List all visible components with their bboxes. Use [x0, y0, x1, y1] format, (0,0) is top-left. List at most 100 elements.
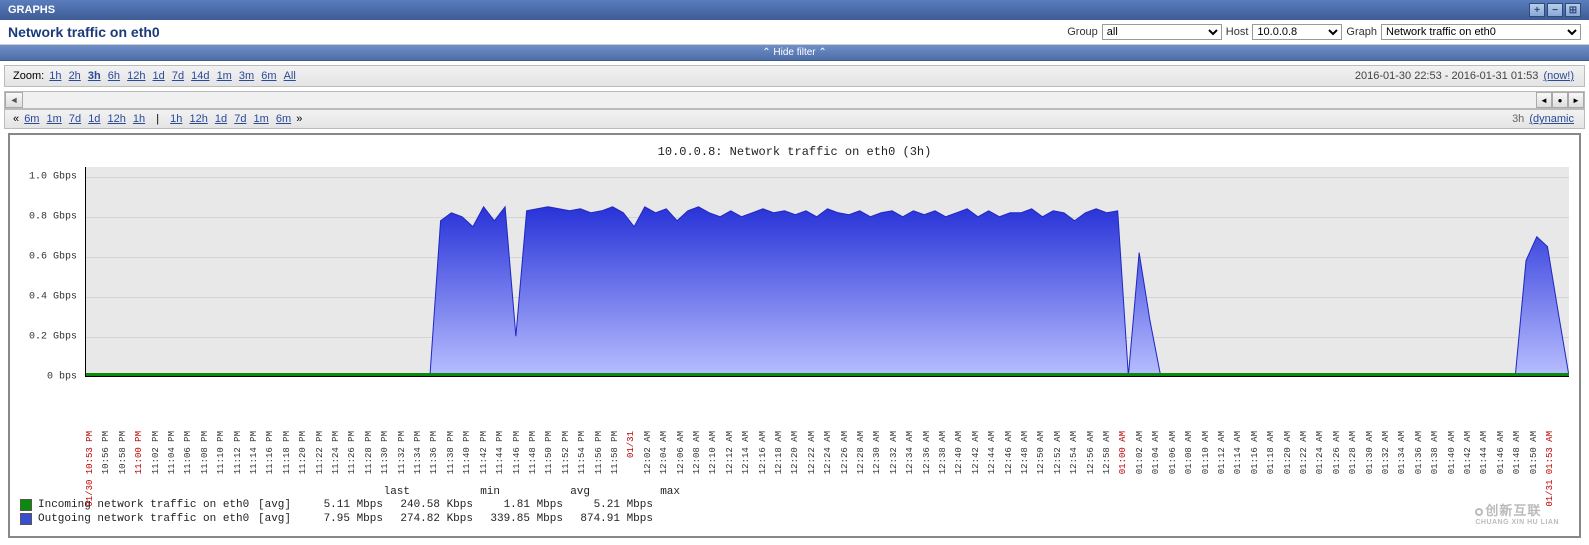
nav-12h[interactable]: 12h [189, 113, 207, 125]
x-tick: 11:02 PM [151, 431, 161, 474]
zoom-3m[interactable]: 3m [239, 70, 254, 82]
x-tick: 11:12 PM [233, 431, 243, 474]
x-tick: 12:04 AM [659, 431, 669, 474]
zoom-6m[interactable]: 6m [261, 70, 276, 82]
nav-6m[interactable]: 6m [276, 113, 291, 125]
grid-icon[interactable]: ⊞ [1565, 3, 1581, 17]
dot-icon[interactable]: ● [1552, 92, 1568, 108]
x-tick: 11:58 PM [610, 431, 620, 474]
filter-controls: Group all Host 10.0.0.8 Graph Network tr… [1067, 24, 1581, 40]
zoom-14d[interactable]: 14d [191, 70, 209, 82]
x-tick: 01:46 AM [1496, 431, 1506, 474]
x-tick: 01:14 AM [1233, 431, 1243, 474]
nav-1m[interactable]: 1m [254, 113, 269, 125]
x-tick: 11:48 PM [528, 431, 538, 474]
x-tick: 11:10 PM [216, 431, 226, 474]
zoom-label: Zoom: [13, 70, 44, 82]
nav-1d[interactable]: 1d [88, 113, 100, 125]
x-tick: 01:44 AM [1479, 431, 1489, 474]
zoom-All[interactable]: All [284, 70, 296, 82]
x-tick: 12:36 AM [922, 431, 932, 474]
x-tick: 01:34 AM [1397, 431, 1407, 474]
scroll-left-icon[interactable]: ◄ [5, 92, 23, 108]
group-label: Group [1067, 26, 1098, 38]
x-axis: 01/30 10:53 PM10:56 PM10:58 PM11:00 PM11… [85, 427, 1569, 482]
x-tick: 11:24 PM [331, 431, 341, 474]
nav-links: « 6m 1m 7d 1d 12h 1h | 1h 12h 1d 7d 1m 6… [13, 113, 302, 125]
plot-area[interactable] [85, 167, 1569, 377]
x-tick: 11:22 PM [315, 431, 325, 474]
legend: last min avg max Incoming network traffi… [20, 486, 1569, 526]
x-tick: 12:50 AM [1036, 431, 1046, 474]
zoom-in-icon[interactable]: ► [1568, 92, 1584, 108]
group-select[interactable]: all [1102, 24, 1222, 40]
x-tick: 12:40 AM [954, 431, 964, 474]
x-tick: 12:34 AM [905, 431, 915, 474]
nav-7d[interactable]: 7d [234, 113, 246, 125]
chart-title: 10.0.0.8: Network traffic on eth0 (3h) [20, 145, 1569, 159]
x-tick: 11:16 PM [265, 431, 275, 474]
range-from: 2016-01-30 22:53 [1355, 70, 1442, 82]
y-tick: 1.0 Gbps [29, 172, 77, 183]
zoom-1m[interactable]: 1m [217, 70, 232, 82]
hide-filter-bar[interactable]: ⌃ Hide filter ⌃ [0, 45, 1589, 61]
x-tick: 12:18 AM [774, 431, 784, 474]
host-select[interactable]: 10.0.0.8 [1252, 24, 1342, 40]
x-tick: 01:18 AM [1266, 431, 1276, 474]
x-tick: 01:38 AM [1430, 431, 1440, 474]
plus-icon[interactable]: + [1529, 3, 1545, 17]
nav-1m[interactable]: 1m [47, 113, 62, 125]
y-tick: 0 bps [47, 372, 77, 383]
legend-row: Incoming network traffic on eth0[avg]5.1… [20, 498, 1569, 512]
x-tick: 01:16 AM [1250, 431, 1260, 474]
legend-swatch [20, 499, 32, 511]
x-tick: 12:42 AM [971, 431, 981, 474]
x-tick: 01:00 AM [1118, 431, 1128, 474]
nav-12h[interactable]: 12h [108, 113, 126, 125]
x-tick: 01:02 AM [1135, 431, 1145, 474]
x-tick: 01:40 AM [1447, 431, 1457, 474]
x-tick: 12:14 AM [741, 431, 751, 474]
zoom-3h[interactable]: 3h [88, 70, 101, 82]
nav-1d[interactable]: 1d [215, 113, 227, 125]
zoom-2h[interactable]: 2h [69, 70, 81, 82]
nav-1h[interactable]: 1h [133, 113, 145, 125]
zoom-7d[interactable]: 7d [172, 70, 184, 82]
zoom-12h[interactable]: 12h [127, 70, 145, 82]
nav-7d[interactable]: 7d [69, 113, 81, 125]
now-link[interactable]: (now!) [1543, 70, 1574, 82]
dynamic-link[interactable]: (dynamic [1529, 113, 1574, 125]
zoom-toolbar: Zoom: 1h 2h 3h 6h 12h 1d 7d 14d 1m 3m 6m… [4, 65, 1585, 87]
host-label: Host [1226, 26, 1249, 38]
zoom-1h[interactable]: 1h [49, 70, 61, 82]
scroll-track[interactable] [23, 92, 1536, 108]
x-tick: 12:32 AM [889, 431, 899, 474]
x-tick: 11:52 PM [561, 431, 571, 474]
nav-1h[interactable]: 1h [170, 113, 182, 125]
zoom-out-icon[interactable]: ◄ [1536, 92, 1552, 108]
nav-bar: « 6m 1m 7d 1d 12h 1h | 1h 12h 1d 7d 1m 6… [4, 109, 1585, 129]
x-tick: 12:26 AM [840, 431, 850, 474]
y-tick: 0.8 Gbps [29, 212, 77, 223]
zoom-1d[interactable]: 1d [153, 70, 165, 82]
time-range: 2016-01-30 22:53 - 2016-01-31 01:53 (now… [1355, 70, 1576, 82]
minus-icon[interactable]: − [1547, 3, 1563, 17]
timeline-scrollbar: ◄ ◄ ● ► [4, 91, 1585, 109]
x-tick: 12:46 AM [1004, 431, 1014, 474]
x-tick: 12:16 AM [758, 431, 768, 474]
zoom-6h[interactable]: 6h [108, 70, 120, 82]
x-tick: 11:46 PM [512, 431, 522, 474]
x-tick: 12:06 AM [676, 431, 686, 474]
x-tick: 11:30 PM [380, 431, 390, 474]
x-tick: 01:26 AM [1332, 431, 1342, 474]
x-tick: 11:00 PM [134, 431, 144, 474]
nav-6m[interactable]: 6m [24, 113, 39, 125]
x-tick: 11:56 PM [594, 431, 604, 474]
x-tick: 11:40 PM [462, 431, 472, 474]
x-tick: 01:06 AM [1168, 431, 1178, 474]
x-tick: 01:32 AM [1381, 431, 1391, 474]
x-tick: 01:30 AM [1365, 431, 1375, 474]
x-tick: 12:48 AM [1020, 431, 1030, 474]
graph-select[interactable]: Network traffic on eth0 [1381, 24, 1581, 40]
x-tick: 01:24 AM [1315, 431, 1325, 474]
